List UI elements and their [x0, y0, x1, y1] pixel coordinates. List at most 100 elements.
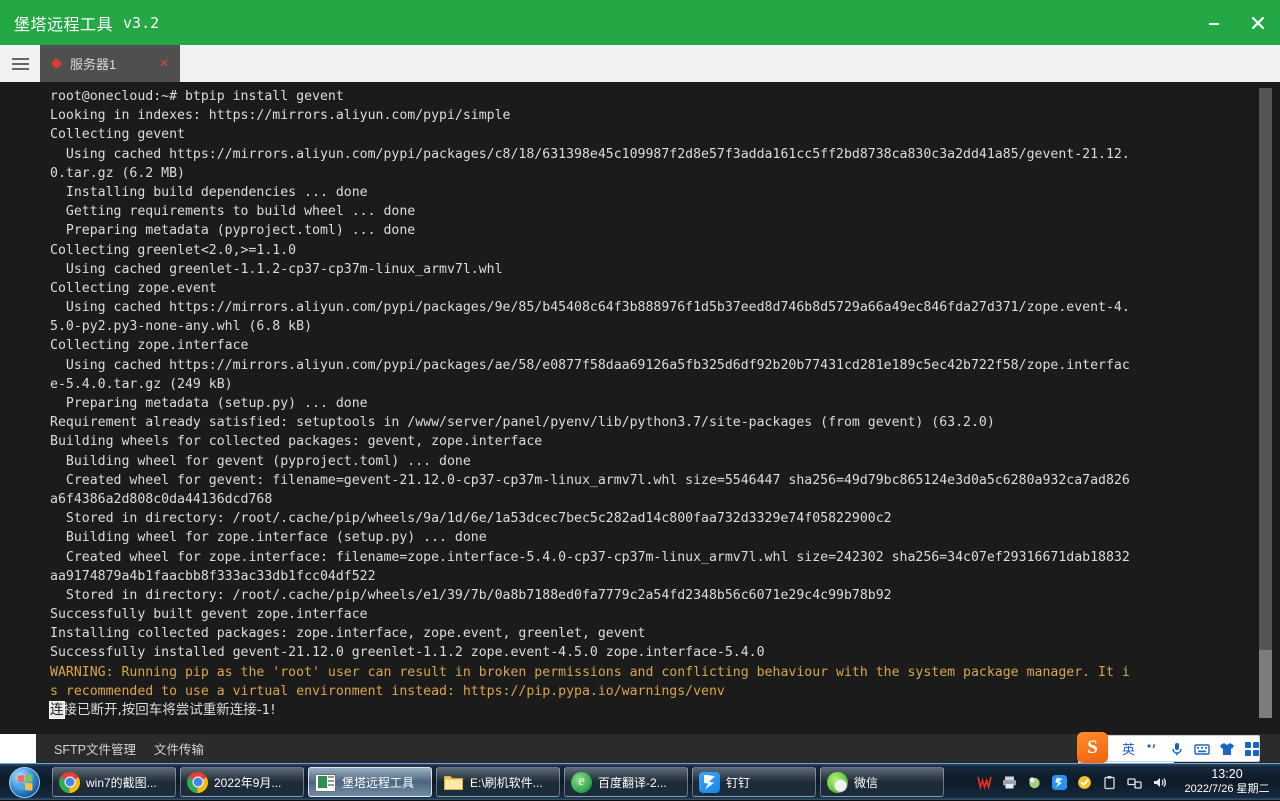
clock-time: 13:20 — [1211, 767, 1243, 781]
minimize-button[interactable] — [1192, 0, 1236, 45]
terminal-line: Using cached https://mirrors.aliyun.com/… — [50, 357, 1130, 373]
ime-items: 英 — [1113, 739, 1260, 758]
terminal-gutter — [0, 82, 36, 734]
punctuation-icon[interactable] — [1144, 741, 1160, 757]
taskbar-item-4[interactable]: 百度翻译-2... — [564, 767, 688, 797]
clock-date: 2022/7/26 星期二 — [1184, 783, 1270, 795]
terminal-line: Installing collected packages: zope.inte… — [50, 626, 646, 642]
sogou-logo-icon[interactable]: S — [1077, 732, 1108, 763]
apps-icon[interactable] — [1244, 741, 1260, 757]
keyboard-icon[interactable] — [1194, 741, 1210, 757]
printer-tray-icon[interactable] — [1000, 773, 1019, 792]
hamburger-icon — [11, 55, 29, 73]
taskbar-item-label: 百度翻译-2... — [598, 775, 667, 790]
taskbar-item-6[interactable]: 微信 — [820, 767, 944, 797]
terminal-line: s recommended to use a virtual environme… — [50, 683, 725, 699]
clipboard-tray-icon[interactable] — [1100, 773, 1119, 792]
terminal-line: Preparing metadata (setup.py) ... done — [50, 396, 368, 411]
terminal-line: Preparing metadata (pyproject.toml) ... … — [50, 223, 416, 239]
app-version: v3.2 — [123, 13, 160, 32]
network-tray-icon[interactable] — [1125, 773, 1144, 792]
terminal-line: Successfully installed gevent-21.12.0 gr… — [50, 645, 765, 661]
360-tray-icon[interactable] — [1075, 773, 1094, 792]
ime-mode-toggle[interactable]: 英 — [1122, 739, 1135, 758]
taskbar-item-0[interactable]: win7的截图... — [52, 767, 176, 797]
terminal-line: Created wheel for zope.interface: filena… — [50, 549, 1130, 565]
skin-icon[interactable] — [1219, 741, 1235, 757]
taskbar-item-1[interactable]: 2022年9月... — [180, 767, 304, 797]
chrome-icon — [59, 771, 80, 793]
terminal-line: Collecting greenlet<2.0,>=1.1.0 — [50, 242, 297, 258]
taskbar-item-label: E:\刷机软件... — [470, 775, 543, 790]
terminal-line: 0.tar.gz (6.2 MB) — [50, 165, 185, 181]
terminal-line: Collecting gevent — [50, 127, 185, 143]
window-controls — [1192, 0, 1280, 45]
se-browser-icon — [571, 771, 592, 793]
close-button[interactable] — [1236, 0, 1280, 45]
terminal-line: Collecting zope.interface — [50, 338, 249, 354]
terminal-line: Looking in indexes: https://mirrors.aliy… — [50, 108, 511, 124]
taskbar-item-3[interactable]: E:\刷机软件... — [436, 767, 560, 797]
terminal-line: WARNING: Running pip as the 'root' user … — [50, 664, 1130, 680]
terminal-scrollbar-thumb[interactable] — [1259, 88, 1272, 650]
taskbar-item-label: 堡塔远程工具 — [342, 775, 415, 790]
terminal-line: Building wheels for collected packages: … — [50, 434, 543, 450]
terminal-disconnect-line: 连接已断开,按回车将尝试重新连接-1! — [49, 701, 1250, 720]
statusbar-corner — [0, 734, 36, 763]
taskbar-item-label: 微信 — [854, 775, 879, 790]
taskbar-item-label: 钉钉 — [726, 775, 751, 790]
title-bar: 堡塔远程工具 v3.2 — [0, 0, 1280, 45]
terminal-area: root@onecloud:~# btpip install gevent Loo… — [0, 82, 1280, 734]
bt-tool-icon — [315, 773, 336, 792]
terminal-line: Collecting zope.event — [50, 280, 217, 296]
file-transfer-tab[interactable]: 文件传输 — [154, 739, 204, 758]
terminal-line: a6f4386a2d808c0da44136dcd768 — [50, 491, 273, 507]
volume-tray-icon[interactable] — [1150, 773, 1169, 792]
app-title: 堡塔远程工具 — [14, 16, 114, 34]
green-shield-tray-icon[interactable] — [1025, 773, 1044, 792]
folder-icon — [443, 772, 464, 793]
terminal-line: Requirement already satisfied: setuptool… — [50, 415, 995, 431]
windows-logo-icon — [8, 766, 40, 798]
tab-label: 服务器1 — [70, 57, 117, 72]
remote-tool-window: 堡塔远程工具 v3.2 服务器1 × root@onecloud:~# btpi… — [0, 0, 1280, 763]
terminal-line: Building wheel for gevent (pyproject.tom… — [50, 453, 471, 469]
dingtalk-tray-icon[interactable] — [1050, 773, 1069, 792]
wechat-icon — [827, 771, 848, 793]
terminal-line: Using cached https://mirrors.aliyun.com/… — [50, 300, 1130, 316]
terminal-line: Successfully built gevent zope.interface — [50, 607, 368, 623]
taskbar-item-label: 2022年9月... — [214, 775, 282, 790]
terminal-line: aa9174879a4b1faacbb8f333ac33db1fcc04df52… — [50, 568, 376, 584]
terminal-line: e-5.4.0.tar.gz (249 kB) — [50, 376, 233, 392]
session-list-button[interactable] — [0, 45, 40, 82]
terminal-output[interactable]: root@onecloud:~# btpip install gevent Loo… — [36, 82, 1254, 734]
terminal-cursor: 连 — [49, 701, 65, 719]
minimize-icon — [1209, 22, 1219, 25]
taskbar-clock[interactable]: 13:20 2022/7/26 星期二 — [1178, 767, 1276, 797]
tab-close-icon[interactable]: × — [157, 55, 172, 72]
sogou-ime-toolbar[interactable]: S 英 — [1077, 732, 1260, 763]
windows-taskbar: win7的截图... 2022年9月... 堡塔远程工具 E:\刷机软件... … — [0, 763, 1280, 800]
terminal-line: Using cached greenlet-1.1.2-cp37-cp37m-l… — [50, 261, 503, 277]
tab-server1[interactable]: 服务器1 × — [40, 45, 180, 82]
terminal-line: Created wheel for gevent: filename=geven… — [50, 472, 1130, 488]
terminal-line: Building wheel for zope.interface (setup… — [50, 530, 487, 546]
sftp-manager-tab[interactable]: SFTP文件管理 — [54, 739, 136, 758]
terminal-scrollbar[interactable] — [1259, 82, 1272, 734]
terminal-line: root@onecloud:~# btpip install gevent — [50, 89, 344, 104]
terminal-scrollbar-thumb-lower[interactable] — [1259, 650, 1272, 718]
terminal-line: Stored in directory: /root/.cache/pip/wh… — [50, 511, 892, 527]
terminal-line: Installing build dependencies ... done — [50, 184, 368, 200]
terminal-line: Stored in directory: /root/.cache/pip/wh… — [50, 587, 892, 603]
system-tray: 13:20 2022/7/26 星期二 — [972, 764, 1280, 801]
microphone-icon[interactable] — [1169, 741, 1185, 757]
taskbar-item-2[interactable]: 堡塔远程工具 — [308, 767, 432, 797]
terminal-line: Using cached https://mirrors.aliyun.com/… — [50, 146, 1130, 162]
close-icon — [1251, 16, 1265, 29]
tab-strip: 服务器1 × — [0, 45, 1280, 82]
terminal-line: 5.0-py2.py3-none-any.whl (6.8 kB) — [50, 319, 313, 335]
start-button[interactable] — [0, 765, 48, 800]
wps-tray-icon[interactable] — [975, 773, 994, 792]
taskbar-item-5[interactable]: 钉钉 — [692, 767, 816, 797]
taskbar-item-label: win7的截图... — [86, 775, 157, 790]
